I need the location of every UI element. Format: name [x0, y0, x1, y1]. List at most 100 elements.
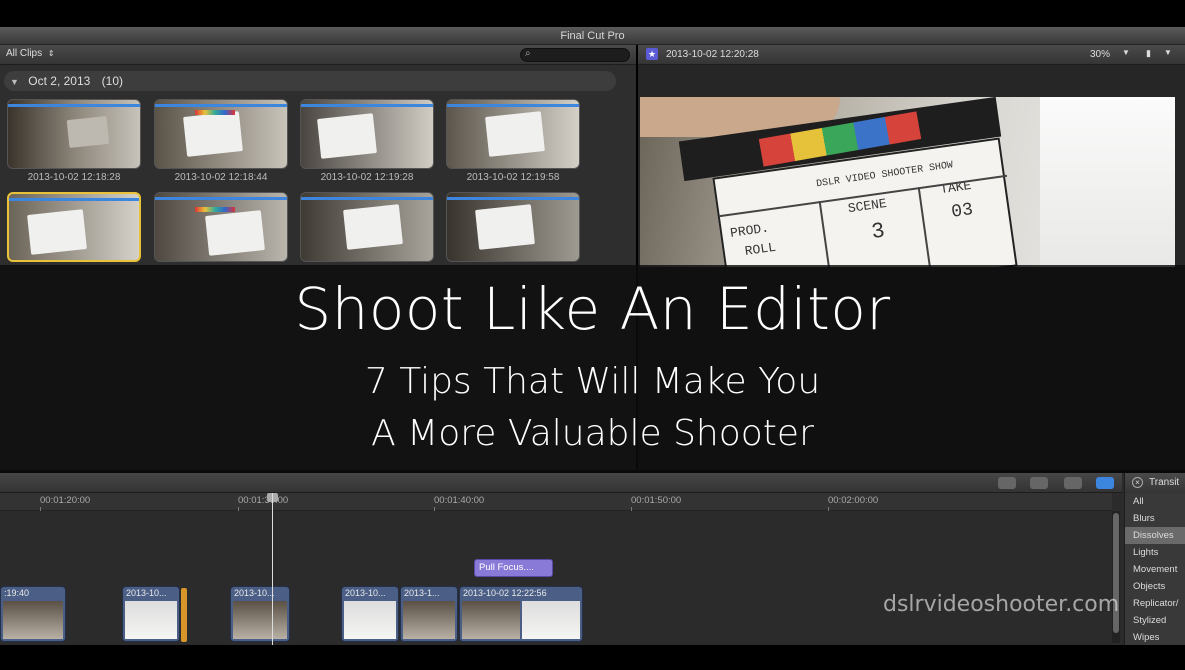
ruler-mark [434, 507, 435, 511]
slate-image [343, 204, 403, 250]
skimming-toggle[interactable] [998, 477, 1016, 489]
title-overlay: Shoot Like An Editor 7 Tips That Will Ma… [0, 265, 1185, 473]
disclosure-triangle-icon[interactable]: ▼ [10, 77, 19, 87]
transition-category-selected[interactable]: Dissolves [1125, 527, 1185, 544]
slate-roll: ROLL [743, 239, 777, 259]
subtitle-line-1: 7 Tips That Will Make You [364, 361, 821, 402]
ruler-tick: 00:02:00:00 [828, 495, 879, 506]
slate-image [27, 209, 87, 255]
view-caret-icon[interactable]: ▼ [1164, 48, 1172, 57]
transition-category[interactable]: Lights [1125, 544, 1185, 561]
slate-scene-value: 3 [869, 218, 887, 246]
event-date: Oct 2, 2013 [28, 74, 91, 88]
timeline-clip[interactable]: 2013-10... [122, 586, 180, 642]
star-icon: ★ [646, 48, 658, 60]
slate-image [205, 210, 265, 256]
clip-label: 2013-10-02 12:18:44 [174, 172, 268, 183]
timeline: 00:01:20:00 00:01:30:00 00:01:40:00 00:0… [0, 473, 1185, 645]
search-icon: ⌕ [525, 48, 531, 59]
clip-frame [3, 601, 63, 639]
clip-thumbnail[interactable] [446, 99, 580, 169]
clip-frame [522, 601, 580, 639]
ruler-mark [631, 507, 632, 511]
timeline-clip[interactable]: 2013-10-02 12:22:56 [459, 586, 583, 642]
event-date-header[interactable]: ▼ Oct 2, 2013 (10) [4, 71, 616, 91]
transition-category[interactable]: Objects [1125, 578, 1185, 595]
clip-name: 2013-10... [345, 588, 386, 598]
zoom-caret-icon[interactable]: ▼ [1122, 48, 1130, 57]
slate-image [66, 115, 110, 149]
timeline-clip[interactable]: :19:40 [0, 586, 66, 642]
analysis-bar [155, 104, 287, 107]
clip-filter-caret-icon: ⇕ [47, 49, 55, 58]
slate-take-value: 03 [950, 199, 975, 223]
ruler-mark [238, 507, 239, 511]
timeline-scrollbar[interactable] [1112, 511, 1120, 643]
analysis-bar [301, 197, 433, 200]
analysis-bar [447, 104, 579, 107]
clip-thumbnail[interactable] [154, 99, 288, 169]
slate-scene: SCENE [846, 195, 888, 217]
audio-skimming-toggle[interactable] [1030, 477, 1048, 489]
snapping-toggle[interactable] [1096, 477, 1114, 489]
slate-image [485, 111, 545, 157]
clip-thumbnail[interactable] [300, 99, 434, 169]
clip-name: 2013-10-02 12:22:56 [463, 588, 547, 598]
search-input[interactable]: ⌕ [520, 48, 630, 62]
transition-category[interactable]: Stylized [1125, 612, 1185, 629]
transition-category[interactable]: All [1125, 493, 1185, 510]
analysis-bar [8, 104, 140, 107]
slate-stripe [195, 110, 235, 115]
clip-frame [344, 601, 396, 639]
viewer-video-frame: DSLR VIDEO SHOOTER SHOW PROD. ROLL SCENE… [640, 97, 1175, 267]
transitions-header: × Transit [1125, 473, 1185, 493]
window-title: Final Cut Pro [560, 30, 625, 42]
analysis-bar [301, 104, 433, 107]
title-clip[interactable]: Pull Focus.... [474, 559, 553, 577]
window-titlebar: Final Cut Pro [0, 27, 1185, 45]
clip-thumbnail[interactable] [154, 192, 288, 262]
transition-category[interactable]: Wipes [1125, 629, 1185, 646]
browser-toolbar: All Clips ⇕ ⌕ [0, 45, 636, 65]
clip-label: 2013-10-02 12:18:28 [27, 172, 121, 183]
timeline-toolbar [0, 473, 1122, 493]
slate-prod: PROD. [729, 220, 770, 241]
slate-stripe [195, 207, 235, 212]
clip-filter-label: All Clips [6, 48, 43, 59]
transition-category[interactable]: Replicator/ [1125, 595, 1185, 612]
timeline-clip[interactable]: 2013-10... [230, 586, 290, 642]
transitions-browser: × Transit All Blurs Dissolves Lights Mov… [1124, 473, 1185, 645]
clip-name: 2013-10... [126, 588, 167, 598]
close-icon[interactable]: × [1132, 477, 1143, 488]
ruler-tick: 00:01:30:00 [238, 495, 289, 506]
timeline-ruler[interactable]: 00:01:20:00 00:01:30:00 00:01:40:00 00:0… [0, 493, 1112, 511]
ruler-tick: 00:01:50:00 [631, 495, 682, 506]
timeline-clip[interactable]: 2013-10... [341, 586, 399, 642]
clip-thumbnail[interactable] [300, 192, 434, 262]
timeline-clip[interactable]: 2013-1... [400, 586, 458, 642]
clip-thumbnail-selected[interactable] [7, 192, 141, 262]
clip-frame [233, 601, 287, 639]
headline: Shoot Like An Editor [294, 275, 891, 343]
transition-category[interactable]: Movement [1125, 561, 1185, 578]
clip-name: 2013-10... [234, 588, 275, 598]
ruler-mark [40, 507, 41, 511]
watermark: dslrvideoshooter.com [883, 592, 1120, 617]
clip-label: 2013-10-02 12:19:28 [320, 172, 414, 183]
clip-frame [125, 601, 177, 639]
zoom-level[interactable]: 30% [1090, 49, 1110, 60]
transition-category[interactable]: Blurs [1125, 510, 1185, 527]
ruler-tick: 00:01:40:00 [434, 495, 485, 506]
ruler-mark [828, 507, 829, 511]
clip-thumbnail[interactable] [7, 99, 141, 169]
playhead[interactable] [272, 493, 273, 645]
clip-name: 2013-1... [404, 588, 440, 598]
connected-audio-marker[interactable] [181, 588, 187, 642]
clip-thumbnail[interactable] [446, 192, 580, 262]
clip-filter-select[interactable]: All Clips ⇕ [6, 48, 55, 59]
ruler-tick: 00:01:20:00 [40, 495, 91, 506]
solo-toggle[interactable] [1064, 477, 1082, 489]
view-options-icon[interactable]: ▮ [1146, 48, 1151, 59]
window-light [1040, 97, 1175, 267]
event-count: (10) [101, 74, 123, 88]
